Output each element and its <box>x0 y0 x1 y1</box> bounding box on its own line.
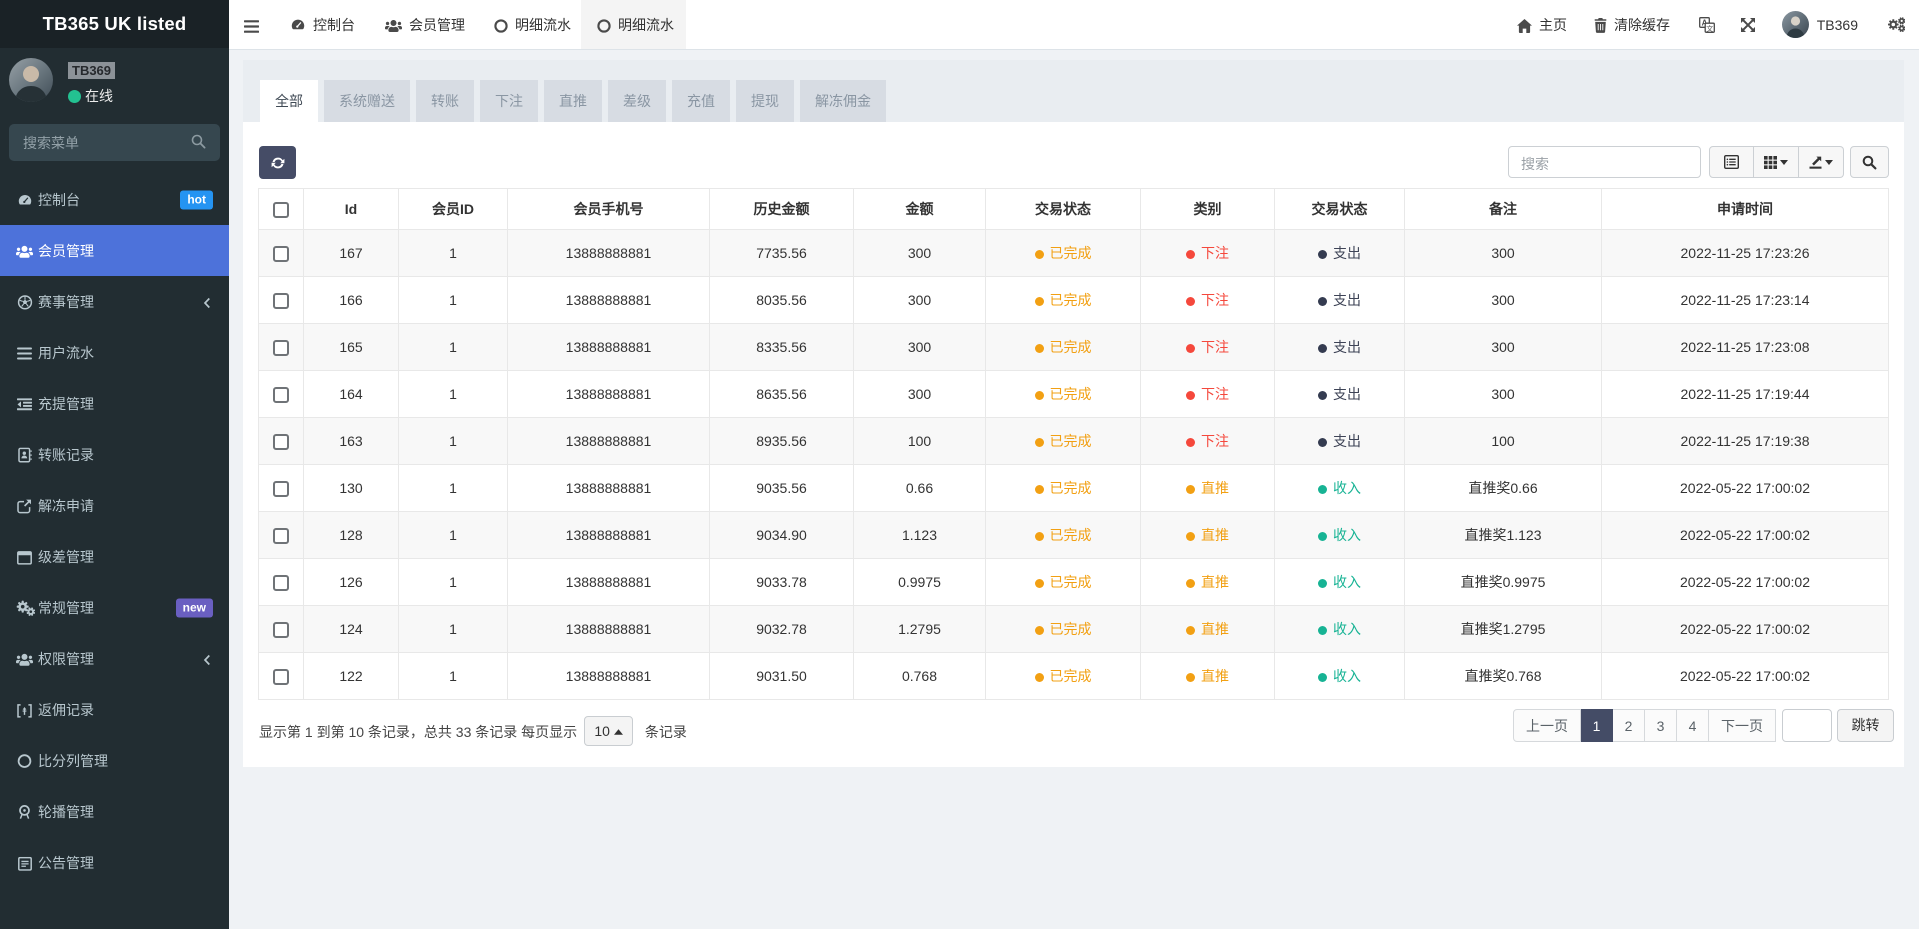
svg-text:文: 文 <box>1706 23 1713 32</box>
